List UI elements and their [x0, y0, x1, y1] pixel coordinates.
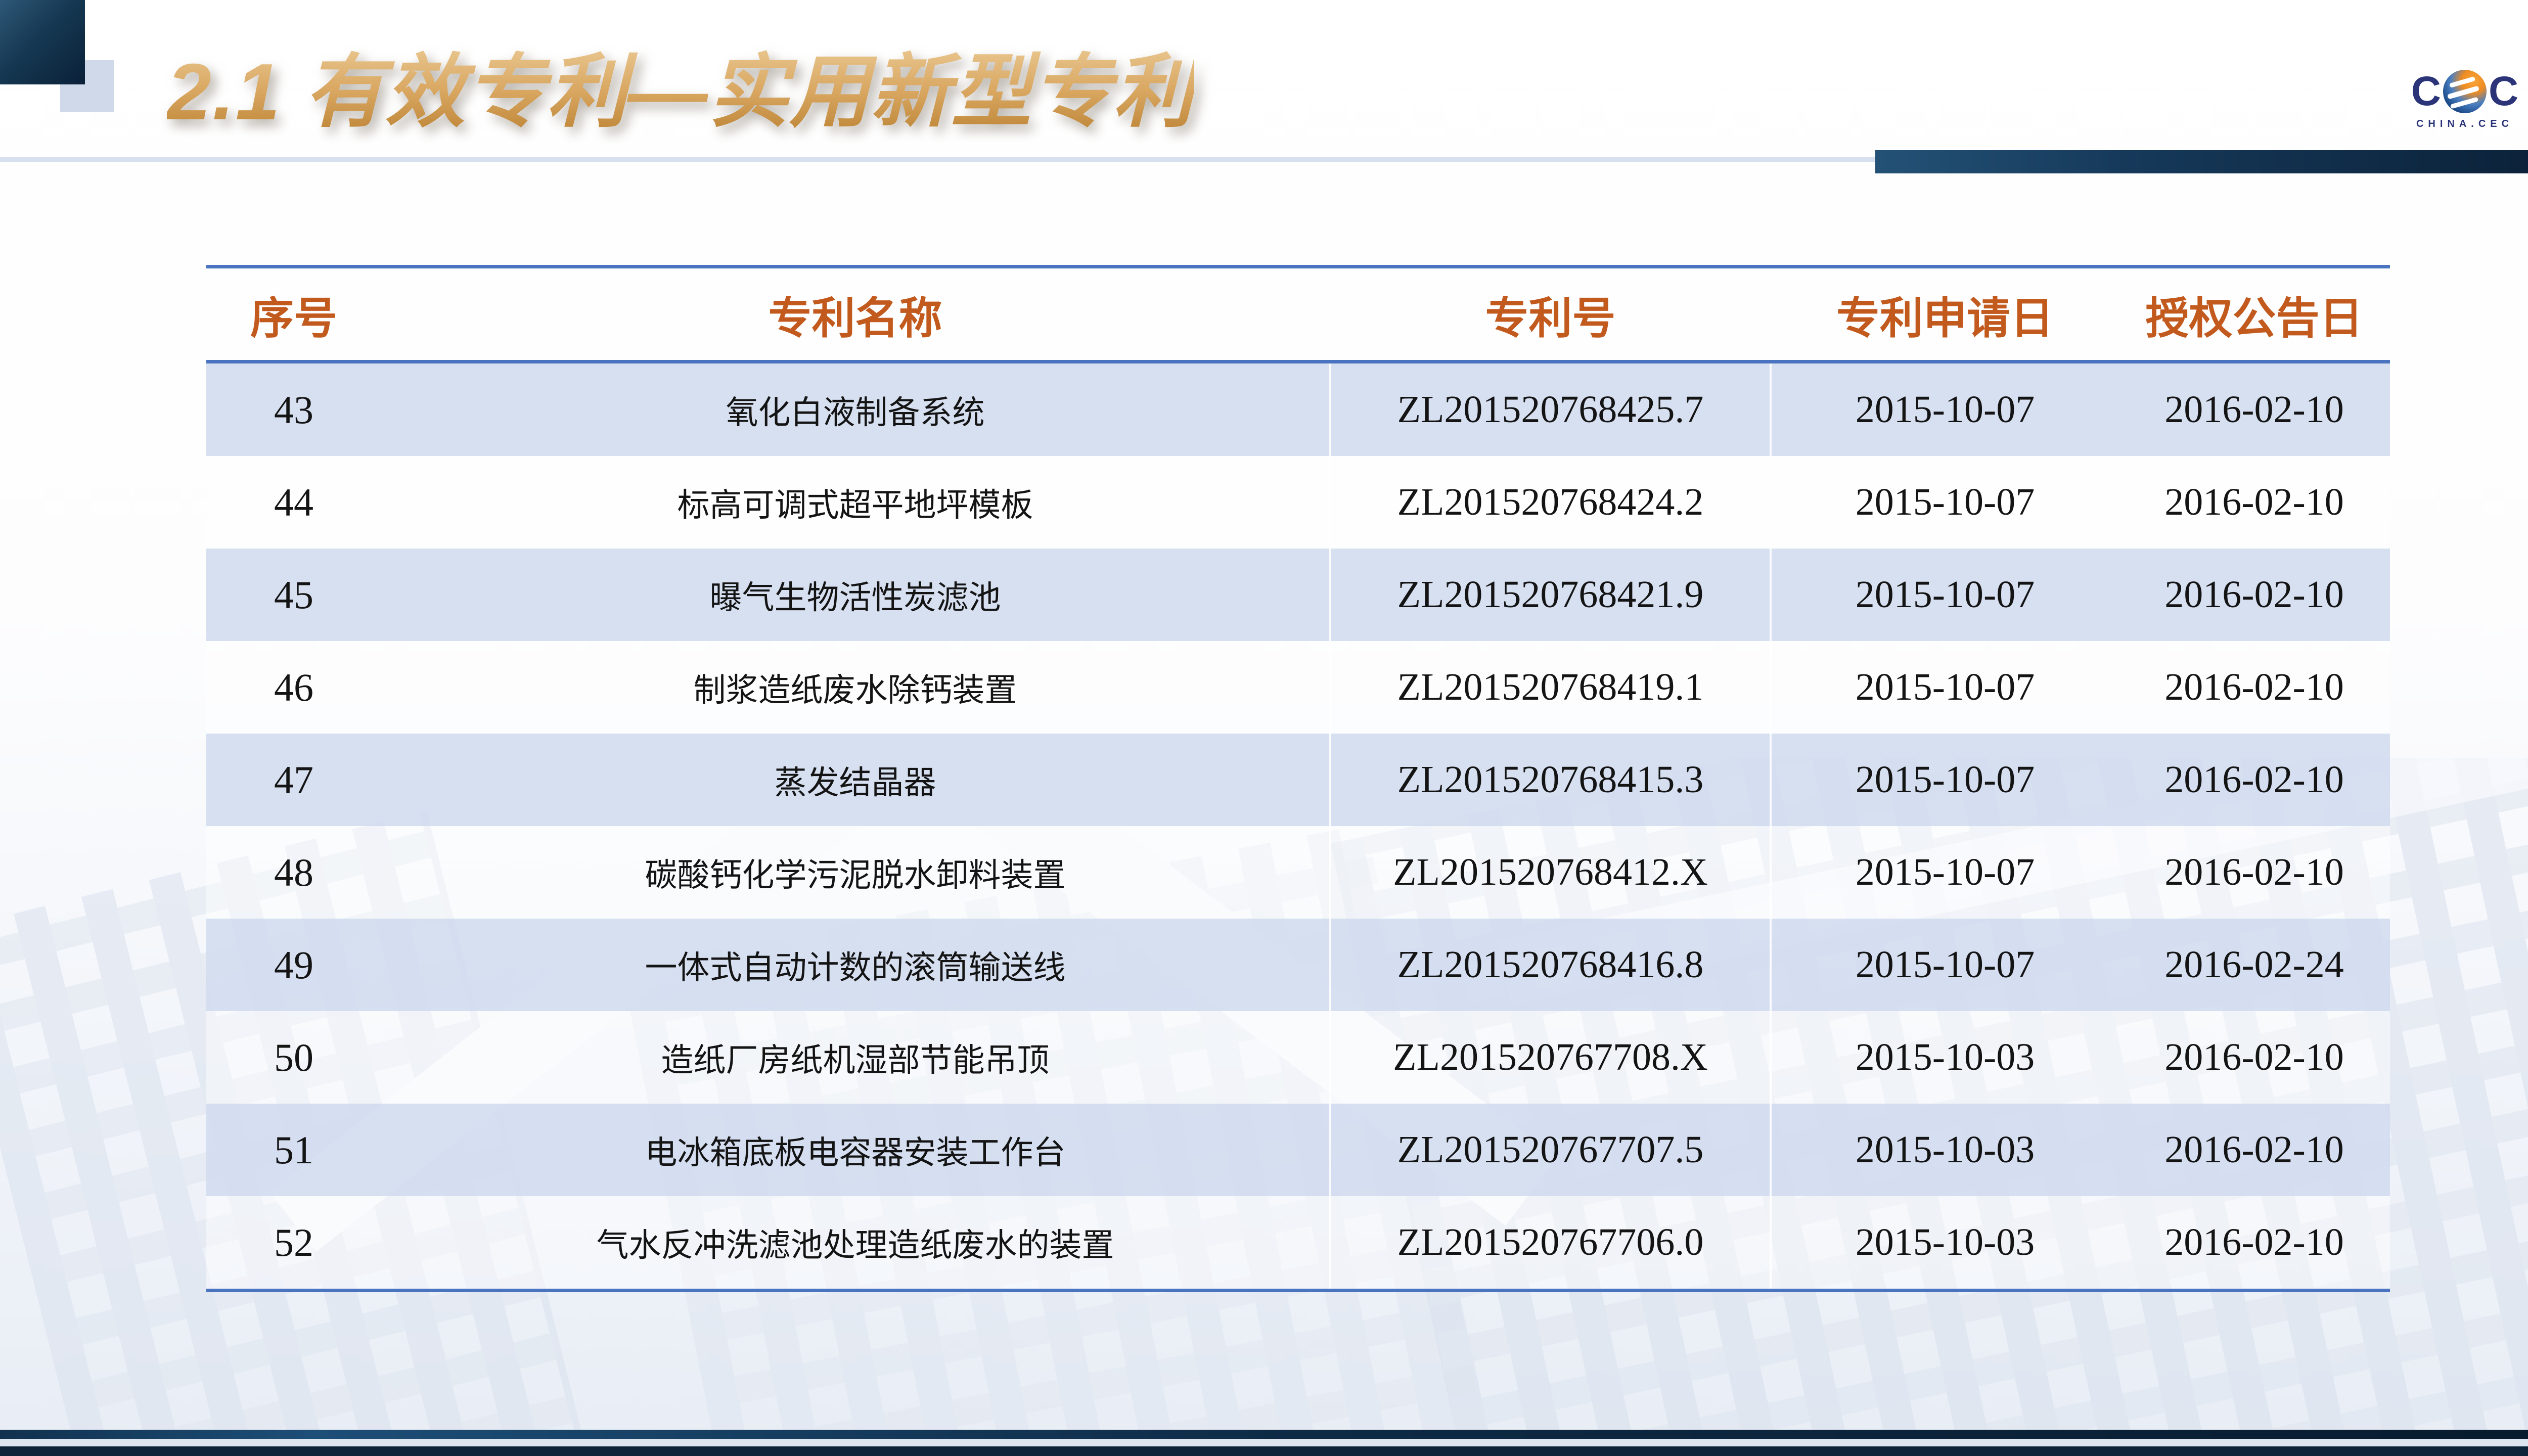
slide: 2.1 有效专利—实用新型专利 C C CHINA.CEC 序号 专利名称 专利…: [0, 0, 2528, 1456]
cell-patent-name: 氧化白液制备系统: [381, 363, 1329, 456]
cell-patent-name: 标高可调式超平地坪模板: [381, 456, 1329, 549]
cell-index: 50: [206, 1011, 381, 1104]
cell-patent-number: ZL201520768415.3: [1329, 734, 1772, 826]
patent-table: 序号 专利名称 专利号 专利申请日 授权公告日 43 氧化白液制备系统 ZL20…: [206, 265, 2390, 1292]
cell-patent-name: 蒸发结晶器: [381, 734, 1329, 826]
cell-index: 51: [206, 1104, 381, 1196]
cell-patent-number: ZL201520768412.X: [1329, 826, 1772, 919]
cell-application-date: 2015-10-07: [1772, 734, 2118, 826]
cell-grant-date: 2016-02-10: [2118, 734, 2390, 826]
header-cell-patent-number: 专利号: [1329, 268, 1772, 360]
cell-patent-name: 电冰箱底板电容器安装工作台: [381, 1104, 1329, 1196]
top-right-navy-bar: [1875, 150, 2528, 173]
cell-patent-name: 制浆造纸废水除钙装置: [381, 641, 1329, 734]
page-title: 2.1 有效专利—实用新型专利: [167, 47, 1194, 139]
footer-gradient-bar: [0, 1430, 2528, 1439]
cell-grant-date: 2016-02-10: [2118, 1011, 2390, 1104]
cell-index: 47: [206, 734, 381, 826]
cell-grant-date: 2016-02-24: [2118, 919, 2390, 1011]
table-bottom-border: [206, 1289, 2390, 1292]
cec-globe-icon: [2443, 70, 2487, 113]
table-top-border: [206, 265, 2390, 268]
cell-index: 43: [206, 363, 381, 456]
table-header-bottom-border: [206, 360, 2390, 363]
cell-grant-date: 2016-02-10: [2118, 456, 2390, 549]
cell-patent-number: ZL201520768416.8: [1329, 919, 1772, 1011]
cell-index: 49: [206, 919, 381, 1011]
cell-grant-date: 2016-02-10: [2118, 1104, 2390, 1196]
cell-patent-number: ZL201520767708.X: [1329, 1011, 1772, 1104]
cell-patent-number: ZL201520768425.7: [1329, 363, 1772, 456]
cec-logo-letters: C C: [2411, 70, 2518, 113]
header-cell-application-date: 专利申请日: [1772, 268, 2118, 360]
corner-navy-block: [0, 0, 85, 84]
cell-patent-name: 一体式自动计数的滚筒输送线: [381, 919, 1329, 1011]
title-divider-line: [0, 157, 1876, 162]
cell-patent-name: 碳酸钙化学污泥脱水卸料装置: [381, 826, 1329, 919]
table-row: 44 标高可调式超平地坪模板 ZL201520768424.2 2015-10-…: [206, 456, 2390, 549]
cell-patent-number: ZL201520768419.1: [1329, 641, 1772, 734]
cell-grant-date: 2016-02-10: [2118, 1196, 2390, 1289]
table-row: 47 蒸发结晶器 ZL201520768415.3 2015-10-07 201…: [206, 734, 2390, 826]
cell-patent-name: 气水反冲洗滤池处理造纸废水的装置: [381, 1196, 1329, 1289]
cec-logo-caption: CHINA.CEC: [2416, 118, 2513, 130]
cell-application-date: 2015-10-03: [1772, 1011, 2118, 1104]
cell-patent-number: ZL201520767707.5: [1329, 1104, 1772, 1196]
footer-light-band: [0, 1439, 2528, 1446]
cell-application-date: 2015-10-07: [1772, 826, 2118, 919]
cell-grant-date: 2016-02-10: [2118, 549, 2390, 641]
table-row: 51 电冰箱底板电容器安装工作台 ZL201520767707.5 2015-1…: [206, 1104, 2390, 1196]
cell-index: 52: [206, 1196, 381, 1289]
cec-logo-letter-left: C: [2411, 71, 2441, 112]
header-cell-grant-date: 授权公告日: [2118, 268, 2390, 360]
cell-patent-number: ZL201520768421.9: [1329, 549, 1772, 641]
cell-application-date: 2015-10-03: [1772, 1196, 2118, 1289]
header-cell-patent-name: 专利名称: [381, 268, 1329, 360]
table-row: 48 碳酸钙化学污泥脱水卸料装置 ZL201520768412.X 2015-1…: [206, 826, 2390, 919]
table-row: 50 造纸厂房纸机湿部节能吊顶 ZL201520767708.X 2015-10…: [206, 1011, 2390, 1104]
cell-application-date: 2015-10-03: [1772, 1104, 2118, 1196]
cell-grant-date: 2016-02-10: [2118, 641, 2390, 734]
cell-patent-number: ZL201520767706.0: [1329, 1196, 1772, 1289]
cell-grant-date: 2016-02-10: [2118, 363, 2390, 456]
cell-grant-date: 2016-02-10: [2118, 826, 2390, 919]
table-row: 52 气水反冲洗滤池处理造纸废水的装置 ZL201520767706.0 201…: [206, 1196, 2390, 1289]
table-header-row: 序号 专利名称 专利号 专利申请日 授权公告日: [206, 268, 2390, 360]
cell-index: 46: [206, 641, 381, 734]
cell-index: 44: [206, 456, 381, 549]
footer-navy-bar: [0, 1446, 2528, 1456]
cell-patent-name: 造纸厂房纸机湿部节能吊顶: [381, 1011, 1329, 1104]
cec-logo: C C CHINA.CEC: [2412, 70, 2518, 130]
cell-application-date: 2015-10-07: [1772, 456, 2118, 549]
cell-application-date: 2015-10-07: [1772, 549, 2118, 641]
cell-application-date: 2015-10-07: [1772, 919, 2118, 1011]
cell-patent-name: 曝气生物活性炭滤池: [381, 549, 1329, 641]
cell-index: 45: [206, 549, 381, 641]
cec-logo-letter-right: C: [2489, 71, 2518, 112]
table-row: 46 制浆造纸废水除钙装置 ZL201520768419.1 2015-10-0…: [206, 641, 2390, 734]
header-cell-index: 序号: [206, 268, 381, 360]
cell-index: 48: [206, 826, 381, 919]
cell-application-date: 2015-10-07: [1772, 363, 2118, 456]
cell-application-date: 2015-10-07: [1772, 641, 2118, 734]
table-row: 43 氧化白液制备系统 ZL201520768425.7 2015-10-07 …: [206, 363, 2390, 456]
cell-patent-number: ZL201520768424.2: [1329, 456, 1772, 549]
table-row: 45 曝气生物活性炭滤池 ZL201520768421.9 2015-10-07…: [206, 549, 2390, 641]
table-row: 49 一体式自动计数的滚筒输送线 ZL201520768416.8 2015-1…: [206, 919, 2390, 1011]
